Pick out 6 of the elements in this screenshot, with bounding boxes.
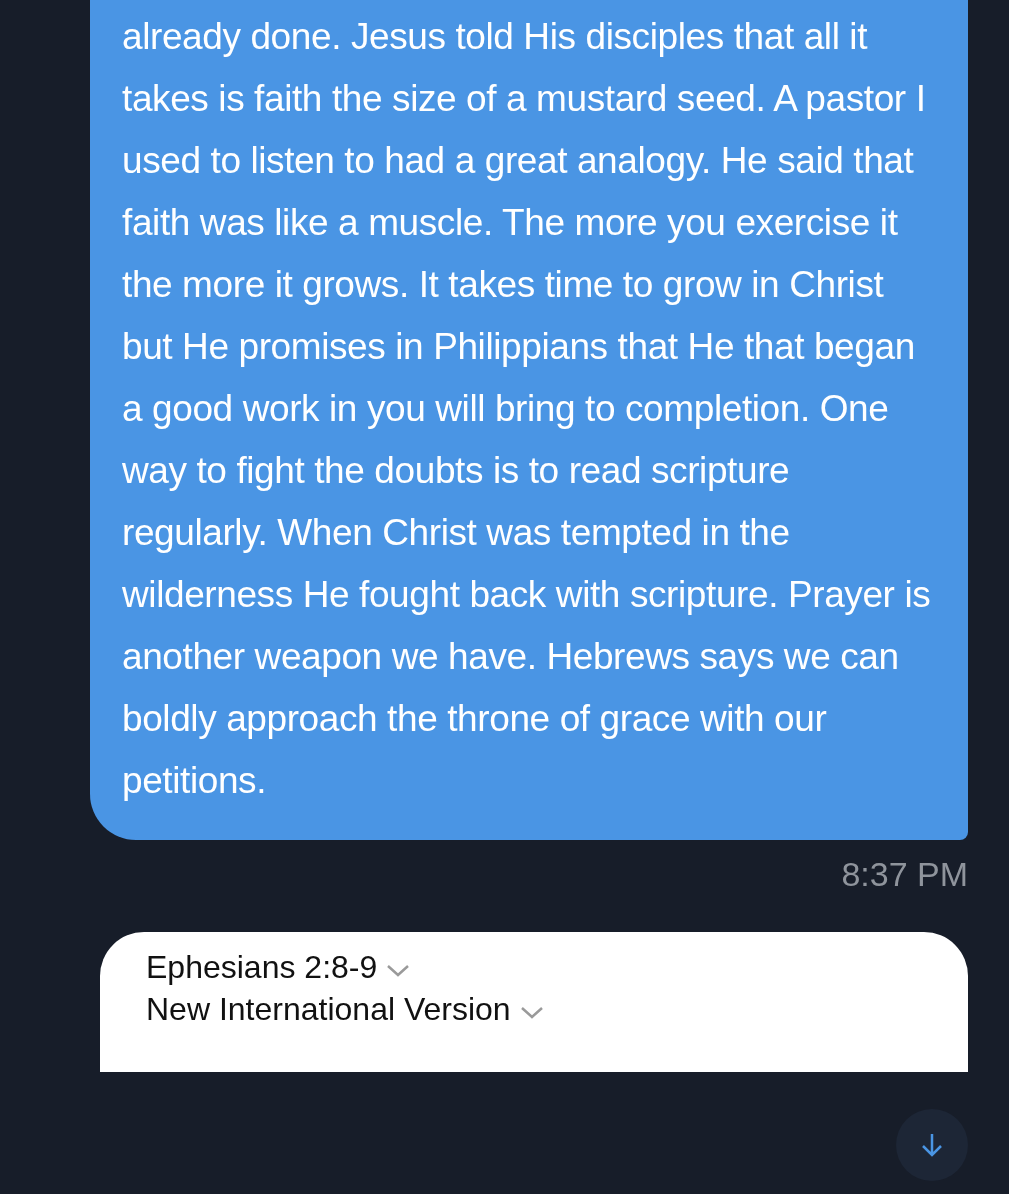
passage-reference[interactable]: Ephesians 2:8-9 — [146, 949, 378, 985]
version-name[interactable]: New International Version — [146, 991, 511, 1027]
message-time: 8:37 PM — [840, 854, 968, 894]
arrow-down-icon — [920, 1132, 944, 1158]
message-text: already done. Jesus told His disciples that all it takes is faith the size of a mustard seed. A pastor I used to listen to had a great analogy. He said that faith was like a muscle. The more you exercise it the more it grows. It takes time to grow in Christ but He promises in Philippians that He that began a good work in you will bring to completion. One way to fight the doubts is to read scripture regularly. When Christ was tempted in the wilderness He fought back with scripture. Prayer is another weapon we have. Hebrews says we can boldly approach the throne of grace with our petitions. — [122, 15, 932, 803]
link-card[interactable]: Ephesians 2:8-9 New International Version — [100, 932, 968, 1072]
